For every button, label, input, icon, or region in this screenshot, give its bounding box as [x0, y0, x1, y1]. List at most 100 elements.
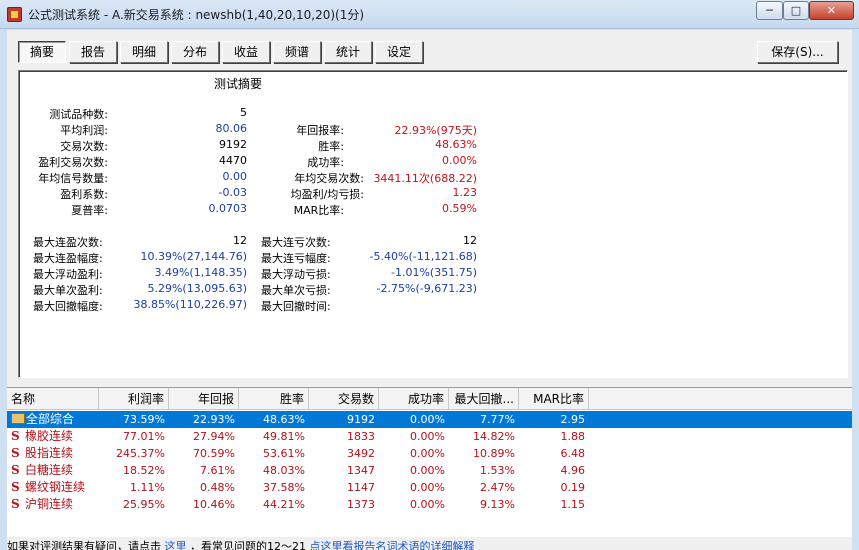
row-name-text: 全部综合	[26, 412, 75, 426]
table-cell: 2.95	[560, 413, 586, 426]
row-name-text: 股指连续	[25, 446, 74, 460]
table-cell: 9192	[347, 413, 375, 426]
app-icon	[7, 7, 22, 22]
footer-text: 如果对评测结果有疑问，请点击	[7, 540, 161, 550]
stat-label: 平均利润:	[60, 124, 108, 137]
table-cell: 0.00%	[410, 464, 445, 477]
summary-panel: 测试摘要 测试品种数: 5 平均利润: 80.06 交易次数: 9192 盈利交…	[18, 70, 848, 378]
stock-marker-icon: S	[11, 463, 20, 477]
tab-summary[interactable]: 摘要	[18, 41, 66, 63]
column-header-profit-rate[interactable]: 利润率	[99, 388, 169, 410]
row-name-text: 沪铜连续	[25, 497, 74, 511]
stat-value: 0.00	[222, 170, 248, 183]
column-header-annual-return[interactable]: 年回报	[169, 388, 239, 410]
stat-label: 交易次数:	[60, 140, 108, 153]
table-row[interactable]: S 白糖连续 18.52% 7.61% 48.03% 1347 0.00% 1.53% 4.96	[7, 462, 852, 479]
stat-label: 最大连盈幅度:	[33, 252, 103, 265]
table-cell: 6.48	[560, 447, 586, 460]
table-cell: 1.11%	[130, 481, 165, 494]
table-cell: 48.63%	[263, 413, 305, 426]
stat-label: 夏普率:	[71, 204, 108, 217]
stat-label: 测试品种数:	[49, 108, 108, 121]
column-header-win-rate[interactable]: 胜率	[239, 388, 309, 410]
tab-spectrum[interactable]: 频谱	[273, 41, 321, 63]
footer-hint: 如果对评测结果有疑问，请点击 这里 ，看常见问题的12～21 点这里看报告名词术…	[7, 538, 852, 550]
stat-value: -2.75%(-9,671.23)	[376, 282, 477, 295]
table-cell: 77.01%	[123, 430, 165, 443]
table-cell: 7.61%	[200, 464, 235, 477]
stat-value: 22.93%(975天)	[394, 124, 477, 137]
table-cell: 3492	[347, 447, 375, 460]
stat-value: 1.23	[452, 186, 478, 199]
stat-label: 最大回撤幅度:	[33, 300, 103, 313]
stat-label: 年回报率:	[296, 124, 344, 137]
tab-statistics[interactable]: 统计	[324, 41, 372, 63]
tab-report[interactable]: 报告	[69, 41, 117, 63]
table-cell: 48.03%	[263, 464, 305, 477]
stat-label: 最大单次盈利:	[33, 284, 103, 297]
stat-label: MAR比率:	[293, 204, 344, 217]
stat-label: 最大连亏幅度:	[261, 252, 331, 265]
table-cell: 2.47%	[480, 481, 515, 494]
tab-returns[interactable]: 收益	[222, 41, 270, 63]
tab-distribution[interactable]: 分布	[171, 41, 219, 63]
table-cell: 1147	[347, 481, 375, 494]
maximize-button[interactable]: □	[783, 1, 809, 20]
window-title: 公式测试系统 - A.新交易系统 : newshb(1,40,20,10,20)…	[28, 8, 365, 22]
table-row[interactable]: S 橡胶连续 77.01% 27.94% 49.81% 1833 0.00% 14.82% 1.…	[7, 428, 852, 445]
column-header-name[interactable]: 名称	[7, 388, 99, 410]
row-name: S 橡胶连续	[11, 428, 73, 445]
table-cell: 1833	[347, 430, 375, 443]
table-cell: 22.93%	[193, 413, 235, 426]
table-header: 名称 利润率 年回报 胜率 交易数 成功率 最大回撤... MAR比率	[7, 388, 852, 410]
stat-value: 5.29%(13,095.63)	[147, 282, 247, 295]
stat-label: 最大连亏次数:	[261, 236, 331, 249]
table-cell: 1.15	[560, 498, 586, 511]
column-header-success-rate[interactable]: 成功率	[379, 388, 449, 410]
minimize-button[interactable]: ─	[756, 1, 783, 20]
folder-icon	[11, 413, 25, 424]
table-cell: 1347	[347, 464, 375, 477]
row-name: S 沪铜连续	[11, 496, 73, 513]
stat-label: 最大连盈次数:	[33, 236, 103, 249]
row-name: 全部综合	[11, 411, 74, 428]
stat-value: 3.49%(1,148.35)	[154, 266, 247, 279]
stat-value: 48.63%	[435, 138, 477, 151]
close-button[interactable]: ✕	[809, 1, 854, 20]
table-cell: 9.13%	[480, 498, 515, 511]
column-header-trades[interactable]: 交易数	[309, 388, 379, 410]
tab-detail[interactable]: 明细	[120, 41, 168, 63]
summary-title: 测试摘要	[214, 77, 263, 91]
table-cell: 73.59%	[123, 413, 165, 426]
stat-label: 最大单次亏损:	[261, 284, 331, 297]
row-name: S 螺纹钢连续	[11, 479, 85, 496]
column-header-max-drawdown[interactable]: 最大回撤...	[449, 388, 519, 410]
save-button[interactable]: 保存(S)...	[757, 41, 838, 63]
table-cell: 49.81%	[263, 430, 305, 443]
stat-value: 5	[240, 106, 247, 119]
footer-text: ，看常见问题的12～21	[190, 540, 306, 550]
table-cell: 10.89%	[473, 447, 515, 460]
stat-value: 12	[463, 234, 477, 247]
table-row[interactable]: 全部综合 73.59% 22.93% 48.63% 9192 0.00% 7.77% 2.95	[7, 411, 852, 428]
table-cell: 245.37%	[116, 447, 165, 460]
stat-label: 盈利交易次数:	[38, 156, 108, 169]
results-table[interactable]: 名称 利润率 年回报 胜率 交易数 成功率 最大回撤... MAR比率 全部综合…	[7, 387, 852, 537]
table-row[interactable]: S 股指连续 245.37% 70.59% 53.61% 3492 0.00% 10.89% 6…	[7, 445, 852, 462]
tab-settings[interactable]: 设定	[375, 41, 423, 63]
row-name: S 股指连续	[11, 445, 73, 462]
title-bar: 公式测试系统 - A.新交易系统 : newshb(1,40,20,10,20)…	[0, 0, 859, 29]
table-cell: 0.00%	[410, 447, 445, 460]
row-name: S 白糖连续	[11, 462, 73, 479]
table-cell: 14.82%	[473, 430, 515, 443]
table-row[interactable]: S 沪铜连续 25.95% 10.46% 44.21% 1373 0.00% 9.13% 1.1…	[7, 496, 852, 513]
table-cell: 0.00%	[410, 413, 445, 426]
stat-value: 0.59%	[442, 202, 477, 215]
column-header-mar[interactable]: MAR比率	[519, 388, 589, 410]
table-cell: 10.46%	[193, 498, 235, 511]
glossary-link[interactable]: 点这里看报告名词术语的详细解释	[310, 540, 475, 550]
table-cell: 0.00%	[410, 481, 445, 494]
stat-value: -1.01%(351.75)	[391, 266, 477, 279]
table-row[interactable]: S 螺纹钢连续 1.11% 0.48% 37.58% 1147 0.00% 2.47% 0.19	[7, 479, 852, 496]
help-link[interactable]: 这里	[165, 540, 187, 550]
